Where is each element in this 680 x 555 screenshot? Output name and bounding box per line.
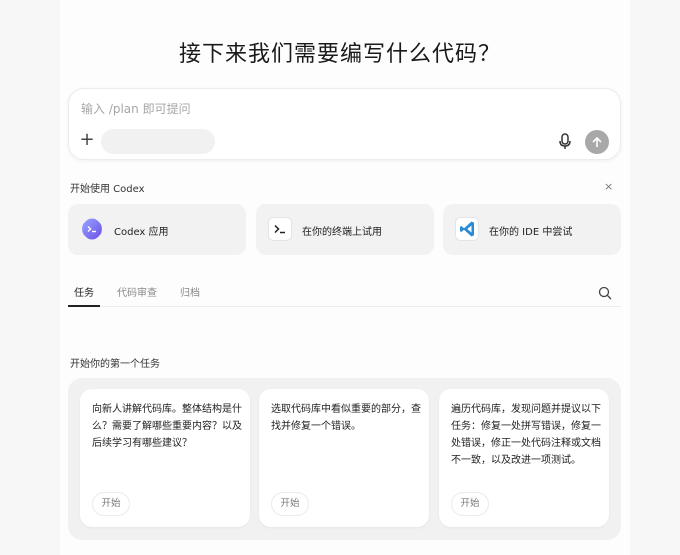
terminal-icon bbox=[268, 217, 292, 241]
task-card-explain-codebase[interactable]: 向新人讲解代码库。整体结构是什么？需要了解哪些重要内容？以及后续学习有哪些建议？… bbox=[80, 389, 250, 527]
first-task-title: 开始你的第一个任务 bbox=[70, 359, 160, 370]
task-card-propose-tasks[interactable]: 遍历代码库，发现问题并提议以下任务：修复一处拼写错误，修复一处错误，修正一处代码… bbox=[439, 389, 609, 527]
prompt-composer[interactable]: + bbox=[68, 88, 621, 160]
send-button[interactable] bbox=[585, 130, 609, 154]
microphone-icon[interactable] bbox=[558, 133, 572, 151]
environment-selector[interactable] bbox=[101, 129, 215, 154]
codex-app-label: Codex 应用 bbox=[114, 227, 169, 238]
task-card-fix-bug[interactable]: 选取代码库中看似重要的部分，查找并修复一个错误。 开始 bbox=[259, 389, 429, 527]
active-tab-indicator bbox=[68, 305, 100, 307]
task-card-text: 向新人讲解代码库。整体结构是什么？需要了解哪些重要内容？以及后续学习有哪些建议？ bbox=[92, 404, 242, 449]
page-title: 接下来我们需要编写什么代码？ bbox=[178, 42, 501, 67]
search-icon[interactable] bbox=[598, 285, 612, 300]
arrow-up-icon bbox=[592, 136, 602, 147]
start-button[interactable]: 开始 bbox=[92, 492, 130, 516]
vscode-icon bbox=[455, 217, 479, 241]
tab-tasks[interactable]: 任务 bbox=[74, 284, 94, 299]
prompt-input[interactable] bbox=[81, 99, 481, 119]
tab-archive[interactable]: 归档 bbox=[180, 284, 200, 299]
terminal-label: 在你的终端上试用 bbox=[302, 227, 382, 238]
tabs-divider bbox=[68, 306, 621, 307]
plus-icon[interactable]: + bbox=[79, 131, 95, 149]
start-button[interactable]: 开始 bbox=[271, 492, 309, 516]
codex-app-card[interactable]: Codex 应用 bbox=[68, 204, 246, 255]
codex-app-icon bbox=[80, 217, 104, 241]
tab-code-review[interactable]: 代码审查 bbox=[117, 284, 157, 299]
close-icon[interactable]: × bbox=[604, 180, 613, 193]
ide-label: 在你的 IDE 中尝试 bbox=[489, 227, 573, 238]
getting-started-title: 开始使用 Codex bbox=[70, 184, 145, 195]
start-button[interactable]: 开始 bbox=[451, 492, 489, 516]
task-card-text: 遍历代码库，发现问题并提议以下任务：修复一处拼写错误，修复一处错误，修正一处代码… bbox=[451, 404, 601, 466]
task-card-text: 选取代码库中看似重要的部分，查找并修复一个错误。 bbox=[271, 404, 421, 432]
terminal-card[interactable]: 在你的终端上试用 bbox=[256, 204, 434, 255]
ide-card[interactable]: 在你的 IDE 中尝试 bbox=[443, 204, 621, 255]
